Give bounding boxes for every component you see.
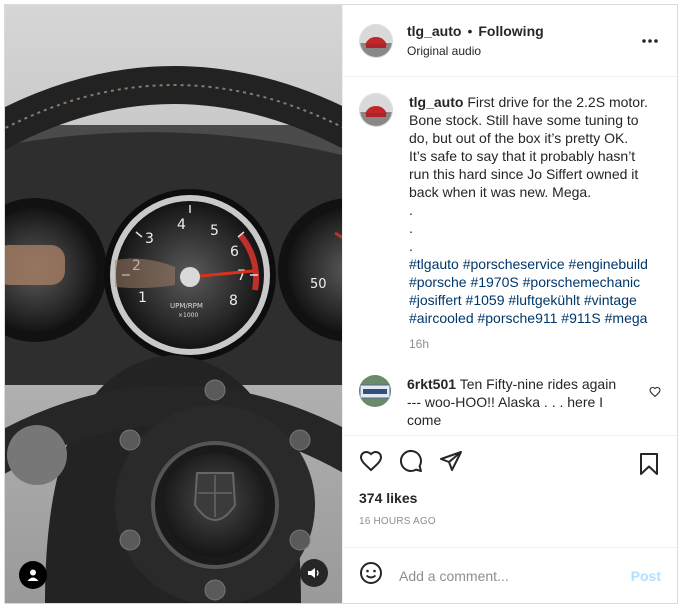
instagram-post: 1 2 3 4 5 6 7 8 UPM/RPM ×1000 xyxy=(4,4,678,604)
user-tag-icon xyxy=(27,569,39,581)
author-username[interactable]: tlg_auto xyxy=(407,23,461,39)
caption-body: tlg_auto First drive for the 2.2S motor.… xyxy=(409,93,649,353)
caption-username[interactable]: tlg_auto xyxy=(409,94,463,110)
heart-icon xyxy=(649,386,661,398)
caption-dot: . xyxy=(409,202,413,218)
commenter-username[interactable]: 6rkt501 xyxy=(407,376,456,392)
header-separator: • xyxy=(467,23,473,39)
author-avatar[interactable] xyxy=(359,23,393,58)
emoji-button[interactable] xyxy=(359,561,383,590)
post-comment-button[interactable]: Post xyxy=(631,568,661,584)
share-icon xyxy=(440,450,462,471)
comment-like-button[interactable] xyxy=(649,385,661,403)
add-comment-input[interactable] xyxy=(397,566,631,585)
header-text: tlg_auto • Following Original audio xyxy=(407,23,544,58)
tach-number-8: 8 xyxy=(229,293,238,309)
more-options-icon xyxy=(642,39,658,43)
comment-button[interactable] xyxy=(399,449,423,478)
post-header: tlg_auto • Following Original audio xyxy=(343,5,677,77)
dashboard-scene: 1 2 3 4 5 6 7 8 UPM/RPM ×1000 xyxy=(5,5,342,603)
car-avatar-image xyxy=(360,94,392,126)
post-video[interactable]: 1 2 3 4 5 6 7 8 UPM/RPM ×1000 xyxy=(5,5,342,603)
audio-toggle-button[interactable] xyxy=(300,559,328,587)
caption-dot: . xyxy=(409,220,413,236)
action-icons xyxy=(359,446,661,480)
tach-number-3: 3 xyxy=(145,231,154,247)
following-button[interactable]: Following xyxy=(478,23,543,39)
like-button[interactable] xyxy=(359,449,383,478)
comment-icon xyxy=(399,449,422,472)
tach-number-1: 1 xyxy=(138,290,147,306)
car-avatar-image xyxy=(360,24,392,57)
audio-label[interactable]: Original audio xyxy=(407,44,544,58)
caption-hashtags[interactable]: #tlgauto #porscheservice #enginebuild #p… xyxy=(409,255,649,327)
more-options-button[interactable] xyxy=(641,31,659,49)
audio-icon xyxy=(308,568,319,578)
comments-section: tlg_auto First drive for the 2.2S motor.… xyxy=(343,77,677,435)
caption: tlg_auto First drive for the 2.2S motor.… xyxy=(359,93,661,353)
bookmark-icon xyxy=(640,453,658,475)
post-date: 16 HOURS AGO xyxy=(359,516,436,527)
heart-icon xyxy=(359,450,383,471)
user-tag-button[interactable] xyxy=(19,561,47,589)
save-button[interactable] xyxy=(639,452,659,481)
tach-unit-label: UPM/RPM xyxy=(170,302,203,310)
speedo-number-50: 50 xyxy=(310,277,327,292)
tach-number-5: 5 xyxy=(210,223,219,239)
caption-timestamp: 16h xyxy=(409,337,430,351)
share-button[interactable] xyxy=(439,449,463,478)
caption-avatar[interactable] xyxy=(359,93,393,127)
emoji-icon xyxy=(360,562,382,584)
likes-count[interactable]: 374 likes xyxy=(359,490,661,506)
action-bar: 374 likes 16 HOURS AGO xyxy=(343,435,677,547)
tach-number-6: 6 xyxy=(230,244,239,260)
tach-number-4: 4 xyxy=(177,217,186,233)
add-comment-bar: Post xyxy=(343,547,677,603)
comment-body: 6rkt501 Ten Fifty-nine rides again --- w… xyxy=(407,375,622,429)
caption-dot: . xyxy=(409,238,413,254)
commenter-avatar[interactable] xyxy=(359,375,391,407)
tach-multiplier-label: ×1000 xyxy=(178,312,198,319)
post-sidebar: tlg_auto • Following Original audio tlg_… xyxy=(342,5,677,603)
license-plate-avatar-image xyxy=(359,375,391,407)
comment-item: 6rkt501 Ten Fifty-nine rides again --- w… xyxy=(359,375,661,429)
